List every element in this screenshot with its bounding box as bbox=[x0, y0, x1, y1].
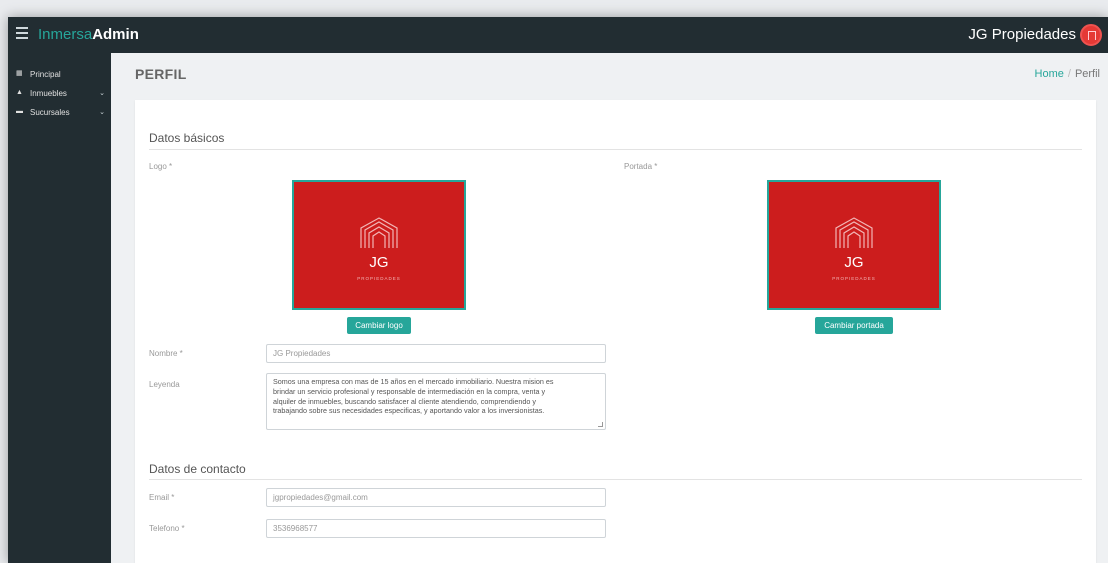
legend-label: Leyenda bbox=[149, 380, 180, 389]
cover-label: Portada * bbox=[624, 162, 658, 171]
company-name[interactable]: JG Propiedades bbox=[968, 26, 1076, 44]
chevron-down-icon: ⌄ bbox=[99, 109, 105, 116]
breadcrumb-separator: / bbox=[1067, 68, 1071, 80]
hamburger-menu-icon[interactable] bbox=[16, 27, 28, 41]
legend-line: brindar un servicio profesional y respon… bbox=[273, 386, 546, 396]
page-title: PERFIL bbox=[135, 66, 187, 82]
sidebar-item-label: Inmuebles bbox=[30, 89, 67, 98]
cover-text: JG bbox=[844, 254, 863, 271]
name-label: Nombre * bbox=[149, 349, 183, 358]
top-navbar: InmersaAdmin JG Propiedades bbox=[8, 17, 1108, 53]
user-avatar[interactable] bbox=[1080, 24, 1102, 46]
change-cover-button[interactable]: Cambiar portada bbox=[815, 317, 893, 334]
legend-line: alquiler de inmuebles, buscando satisfac… bbox=[273, 396, 536, 406]
sidebar: ▦ Principal ▲ Inmuebles ⌄ ▬ Sucursales ⌄ bbox=[8, 53, 111, 563]
legend-line: trabajando sobre sus necesidades especif… bbox=[273, 406, 545, 416]
breadcrumb-current: Perfil bbox=[1074, 68, 1100, 80]
name-input[interactable]: JG Propiedades bbox=[266, 344, 606, 363]
sidebar-item-label: Sucursales bbox=[30, 108, 70, 117]
app-brand[interactable]: InmersaAdmin bbox=[38, 26, 139, 44]
resize-handle-icon[interactable] bbox=[598, 422, 603, 427]
logo-graphic: JG PROPIEDADES bbox=[357, 217, 401, 281]
logo-label: Logo * bbox=[149, 162, 173, 171]
logo-subtext: PROPIEDADES bbox=[357, 276, 401, 281]
cover-graphic: JG PROPIEDADES bbox=[832, 217, 876, 281]
main-content: PERFIL Home / Perfil Datos básicos Logo * … bbox=[111, 53, 1108, 563]
cover-subtext: PROPIEDADES bbox=[832, 276, 876, 281]
brand-name-part2: Admin bbox=[92, 26, 139, 43]
email-field[interactable]: jgpropiedades@gmail.com bbox=[266, 488, 606, 507]
sidebar-item-inmuebles[interactable]: ▲ Inmuebles ⌄ bbox=[8, 84, 111, 103]
phone-field[interactable]: 3536968577 bbox=[266, 519, 606, 538]
profile-card: Datos básicos Logo * Portada * JG PROPIE… bbox=[135, 100, 1096, 563]
section-divider bbox=[149, 479, 1082, 480]
sidebar-item-sucursales[interactable]: ▬ Sucursales ⌄ bbox=[8, 103, 111, 122]
change-logo-button[interactable]: Cambiar logo bbox=[347, 317, 411, 334]
section-title-contact: Datos de contacto bbox=[149, 462, 246, 476]
section-divider bbox=[149, 149, 1082, 150]
breadcrumb: Home / Perfil bbox=[1035, 68, 1100, 80]
legend-textarea[interactable]: Somos una empresa con mas de 15 años en … bbox=[266, 373, 606, 430]
grid-icon: ▦ bbox=[16, 70, 23, 77]
sidebar-item-label: Principal bbox=[30, 70, 61, 79]
chevron-down-icon: ⌄ bbox=[99, 90, 105, 97]
app-window: InmersaAdmin JG Propiedades ▦ Principal … bbox=[8, 17, 1108, 563]
home-icon: ▲ bbox=[16, 89, 23, 96]
cover-image: JG PROPIEDADES bbox=[767, 180, 941, 310]
logo-text: JG bbox=[369, 254, 388, 271]
briefcase-icon: ▬ bbox=[16, 108, 23, 115]
email-label: Email * bbox=[149, 493, 175, 502]
breadcrumb-home-link[interactable]: Home bbox=[1035, 68, 1064, 80]
brand-name-part1: Inmersa bbox=[38, 26, 93, 43]
legend-line: Somos una empresa con mas de 15 años en … bbox=[273, 377, 554, 386]
section-title-basic: Datos básicos bbox=[149, 131, 225, 145]
phone-label: Telefono * bbox=[149, 524, 185, 533]
sidebar-item-principal[interactable]: ▦ Principal bbox=[8, 65, 111, 84]
logo-image: JG PROPIEDADES bbox=[292, 180, 466, 310]
